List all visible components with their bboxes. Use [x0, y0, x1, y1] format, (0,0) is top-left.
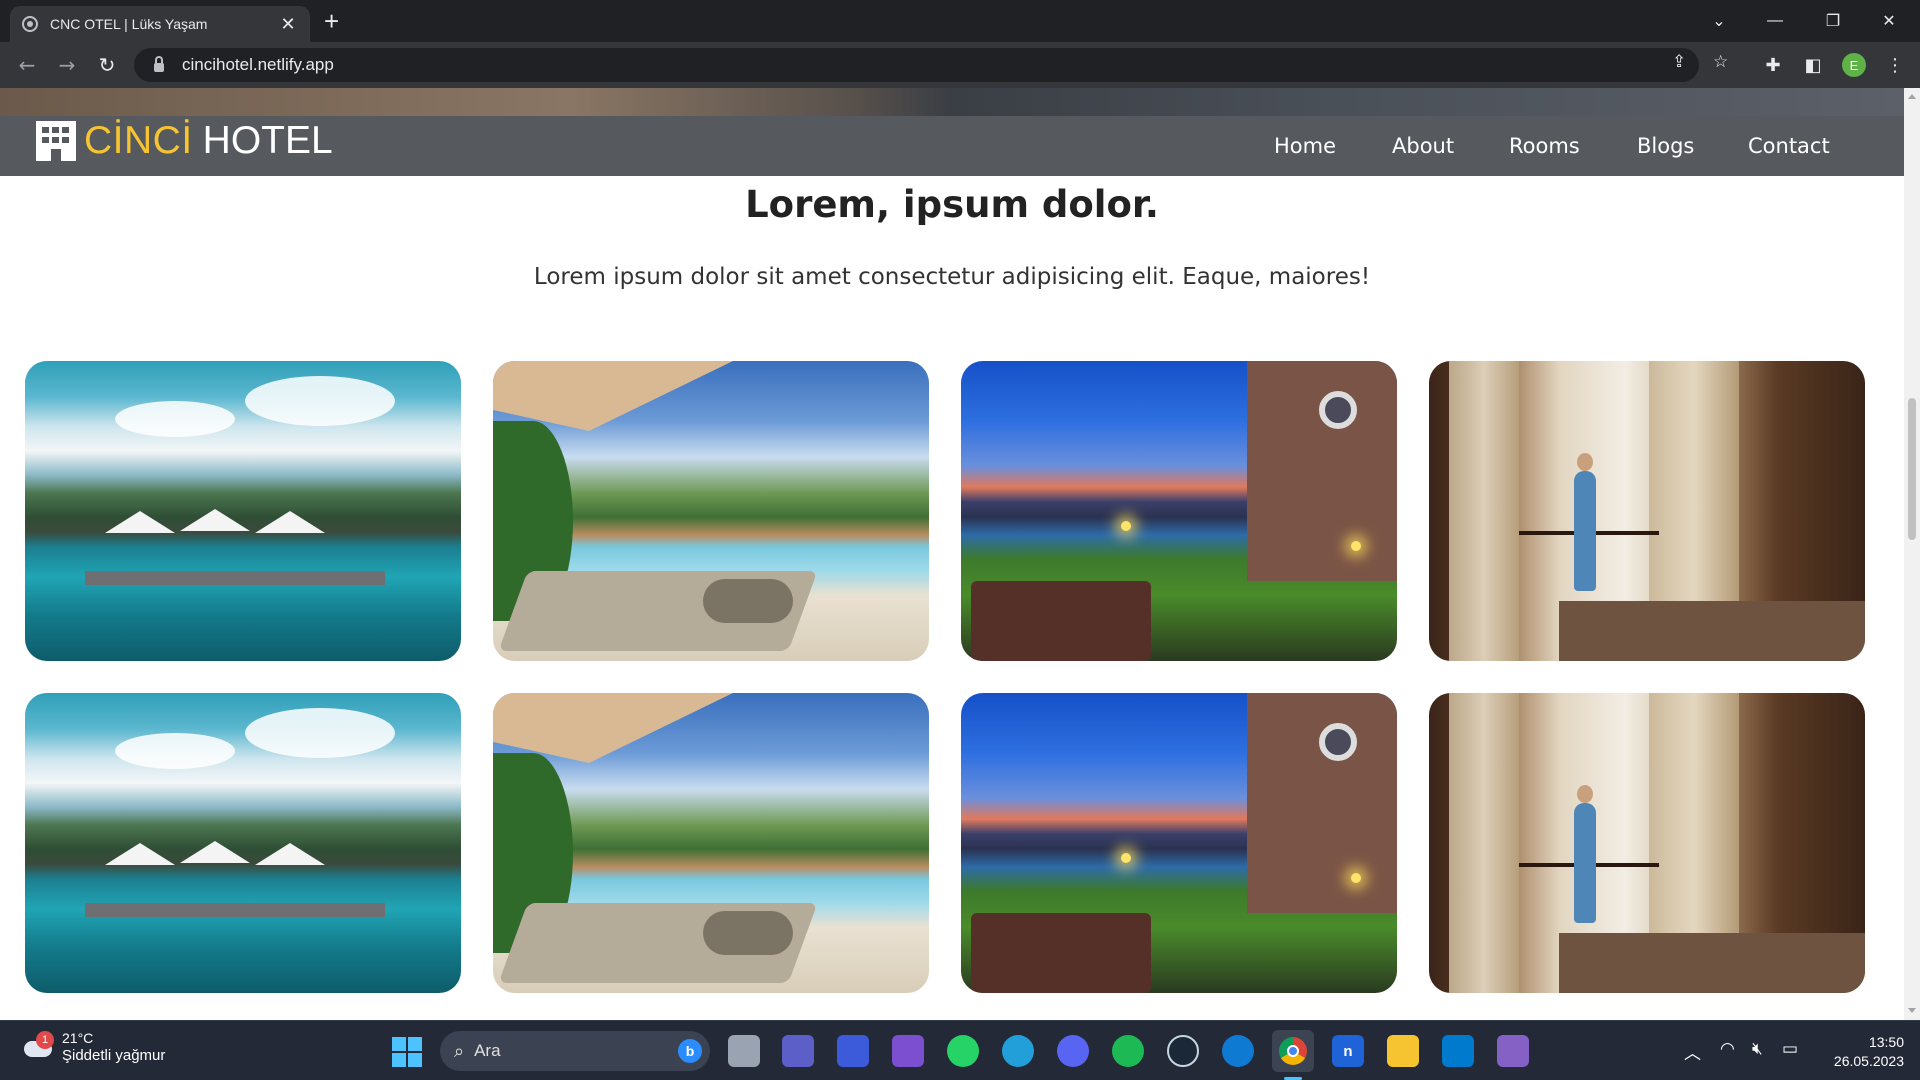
bing-icon[interactable]: b [678, 1039, 702, 1063]
scroll-down-arrow-icon[interactable] [1908, 1008, 1916, 1013]
main-nav: Home About Rooms Blogs Contact [0, 116, 1904, 176]
windows-taskbar: 1 21°C Şiddetli yağmur ⌕ Ara b n ︿ ◠ 🔇︎ … [0, 1020, 1920, 1080]
clock-time: 13:50 [1868, 1034, 1904, 1050]
reload-icon[interactable]: ↻ [92, 50, 122, 80]
gallery-image-sunset-terrace[interactable] [961, 693, 1397, 993]
section-description: Lorem ipsum dolor sit amet consectetur a… [533, 264, 1371, 290]
hero-image-edge [0, 88, 1904, 116]
gallery-image-pool[interactable] [25, 361, 461, 661]
profile-avatar[interactable]: E [1842, 53, 1866, 77]
photo-gallery [25, 361, 1865, 993]
minimize-button[interactable]: — [1752, 0, 1798, 42]
browser-toolbar: ← → ↻ cincihotel.netlify.app ⇪ ☆ ✚ ◧ ⋮ [0, 42, 1920, 88]
site-header: CİNCİ HOTEL Home About Rooms Blogs Conta… [0, 116, 1904, 176]
close-tab-icon[interactable]: ✕ [278, 14, 298, 35]
gallery-image-pool[interactable] [25, 693, 461, 993]
back-arrow-icon[interactable]: ← [12, 50, 42, 80]
scrollbar-thumb[interactable] [1908, 398, 1916, 540]
close-window-button[interactable]: ✕ [1866, 0, 1912, 42]
page-scrollbar[interactable] [1904, 88, 1920, 1020]
globe-icon [22, 16, 38, 32]
new-tab-button[interactable]: + [324, 7, 339, 35]
bookmark-star-icon[interactable]: ☆ [1713, 52, 1728, 72]
discord-icon[interactable] [1057, 1035, 1089, 1067]
clock-date: 26.05.2023 [1833, 1053, 1904, 1069]
tab-search-chevron-icon[interactable]: ⌄ [1696, 0, 1742, 42]
browser-tab-strip: CNC OTEL | Lüks Yaşam ✕ + ⌄ — ❐ ✕ [0, 0, 1920, 42]
nav-home[interactable]: Home [1274, 134, 1336, 158]
side-panel-icon[interactable]: ◧ [1798, 50, 1828, 80]
tab-title: CNC OTEL | Lüks Yaşam [50, 16, 208, 32]
lock-icon [154, 55, 164, 72]
forward-arrow-icon[interactable]: → [52, 50, 82, 80]
notification-badge: 1 [36, 1031, 54, 1049]
nav-rooms[interactable]: Rooms [1509, 134, 1580, 158]
vscode-icon[interactable] [1442, 1035, 1474, 1067]
notion-n-icon[interactable]: n [1332, 1035, 1364, 1067]
gallery-image-sunset-terrace[interactable] [961, 361, 1397, 661]
visual-studio-icon[interactable] [1497, 1035, 1529, 1067]
share-icon[interactable]: ⇪ [1672, 52, 1686, 72]
nav-contact[interactable]: Contact [1748, 134, 1830, 158]
gallery-image-canopy-bedroom[interactable] [1429, 361, 1865, 661]
nav-blogs[interactable]: Blogs [1637, 134, 1694, 158]
gallery-image-tropical-pool[interactable] [493, 361, 929, 661]
chrome-icon[interactable] [1272, 1030, 1314, 1072]
windows-start-icon[interactable] [392, 1037, 422, 1067]
wifi-icon[interactable]: ◠ [1720, 1039, 1735, 1059]
url-text: cincihotel.netlify.app [182, 55, 334, 74]
extensions-puzzle-icon[interactable]: ✚ [1758, 50, 1788, 80]
rain-cloud-icon: 1 [22, 1031, 54, 1061]
volume-muted-icon[interactable]: 🔇︎ [1752, 1039, 1763, 1059]
sticky-notes-icon[interactable] [1387, 1035, 1419, 1067]
scroll-up-arrow-icon[interactable] [1908, 94, 1916, 99]
weather-condition: Şiddetli yağmur [62, 1047, 166, 1064]
gallery-image-canopy-bedroom[interactable] [1429, 693, 1865, 993]
system-clock[interactable]: 13:50 26.05.2023 [1820, 1033, 1904, 1071]
menu-dots-icon[interactable]: ⋮ [1880, 50, 1910, 80]
spotify-icon[interactable] [1112, 1035, 1144, 1067]
search-placeholder: Ara [474, 1041, 501, 1060]
show-hidden-icons-chevron-icon[interactable]: ︿ [1684, 1039, 1701, 1064]
browser-tab[interactable]: CNC OTEL | Lüks Yaşam ✕ [10, 6, 310, 42]
whatsapp-icon[interactable] [947, 1035, 979, 1067]
gallery-image-tropical-pool[interactable] [493, 693, 929, 993]
restore-button[interactable]: ❐ [1810, 0, 1856, 42]
weather-widget[interactable]: 1 21°C Şiddetli yağmur [22, 1029, 165, 1065]
weather-temperature: 21°C [62, 1030, 94, 1046]
steam-icon[interactable] [1167, 1035, 1199, 1067]
editor-app-icon[interactable] [837, 1035, 869, 1067]
search-icon: ⌕ [454, 1040, 465, 1061]
telegram-icon[interactable] [1002, 1035, 1034, 1067]
edge-icon[interactable] [1222, 1035, 1254, 1067]
teams-chat-icon[interactable] [782, 1035, 814, 1067]
page-viewport: CİNCİ HOTEL Home About Rooms Blogs Conta… [0, 88, 1904, 1020]
task-view-icon[interactable] [728, 1035, 760, 1067]
battery-icon[interactable]: ▭ [1782, 1039, 1798, 1059]
section-heading: Lorem, ipsum dolor. [745, 183, 1159, 226]
address-bar[interactable]: cincihotel.netlify.app [134, 48, 1699, 82]
taskbar-search[interactable]: ⌕ Ara b [440, 1031, 710, 1071]
nav-about[interactable]: About [1392, 134, 1454, 158]
folder-app-icon[interactable] [892, 1035, 924, 1067]
